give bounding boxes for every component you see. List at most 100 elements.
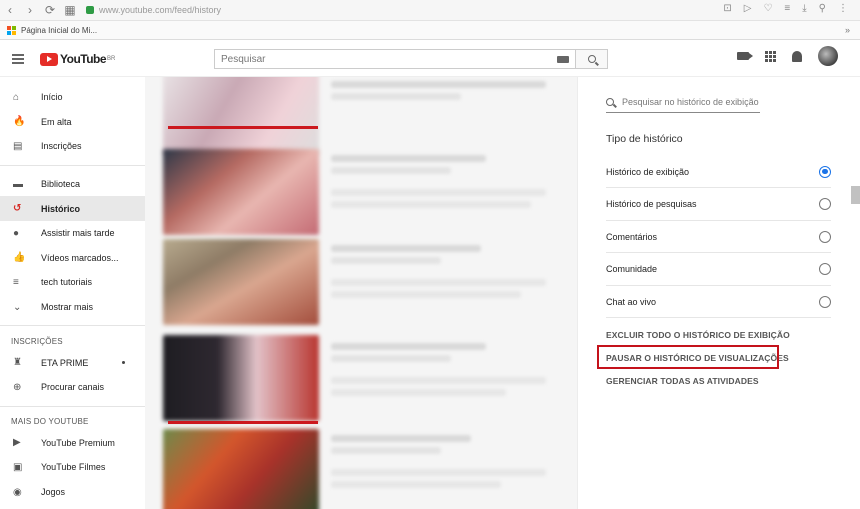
sidebar-item-trending[interactable]: 🔥 Em alta (0, 110, 145, 135)
video-thumbnail[interactable] (163, 149, 319, 235)
video-title-placeholder (331, 245, 481, 252)
sidebar-item-subscriptions[interactable]: ▤ Inscrições (0, 134, 145, 159)
sidebar-item-library[interactable]: ▬ Biblioteca (0, 172, 145, 197)
bookmarks-overflow-icon[interactable]: » (845, 25, 850, 35)
sidebar-item-label: Histórico (41, 203, 81, 214)
sidebar-item-label: Mostrar mais (41, 302, 94, 313)
manage-all-activity-button[interactable]: GERENCIAR TODAS AS ATIVIDADES (606, 376, 759, 386)
radio-button[interactable] (819, 263, 831, 275)
guide-menu-icon[interactable] (12, 54, 24, 64)
watch-progress-bar (168, 421, 318, 424)
sidebar-item-label: Inscrições (41, 141, 82, 152)
history-icon: ↺ (13, 203, 22, 215)
sidebar-item-home[interactable]: ⌂ Início (0, 85, 145, 110)
radio-button[interactable] (819, 198, 831, 210)
logo-text: YouTube (60, 52, 107, 66)
apps-icon[interactable] (765, 50, 776, 62)
video-description-placeholder (331, 201, 531, 208)
chevron-down-icon: ⌄ (13, 301, 22, 313)
download-icon[interactable]: ⤓ (802, 3, 806, 14)
screenshot-icon[interactable]: ⊡ (723, 3, 731, 14)
video-description-placeholder (331, 377, 546, 384)
radio-button[interactable] (819, 295, 831, 308)
radio-button[interactable] (819, 165, 831, 178)
playlist-icon: ≡ (13, 276, 19, 288)
sidebar-item-label: Jogos (41, 487, 66, 498)
video-card[interactable] (163, 77, 553, 155)
history-type-title: Tipo de histórico (606, 133, 683, 145)
watch-later-icon: ● (13, 227, 20, 239)
sidebar-item-youtube-movies[interactable]: ▣ YouTube Filmes (0, 455, 145, 480)
video-card[interactable] (163, 335, 553, 424)
video-title-placeholder (331, 435, 471, 442)
back-icon[interactable]: ‹ (0, 0, 20, 20)
history-type-option[interactable]: Comentários (606, 221, 831, 253)
more-icon[interactable]: ⋮ (838, 3, 848, 14)
play-icon[interactable]: ▷ (744, 3, 752, 14)
video-thumbnail[interactable] (163, 77, 319, 155)
clear-all-history-button[interactable]: EXCLUIR TODO O HISTÓRICO DE EXIBIÇÃO (606, 330, 790, 340)
browser-toolbar: ‹ › ⟳ ▦ www.youtube.com/feed/history ⊡ ▷… (0, 0, 860, 21)
sidebar-item-playlist[interactable]: ≡ tech tutoriais (0, 270, 145, 295)
notifications-icon[interactable] (792, 50, 802, 62)
sidebar-divider (0, 325, 145, 327)
scrollbar[interactable] (851, 186, 860, 204)
sidebar-item-gaming[interactable]: ◉ Jogos (0, 480, 145, 505)
sidebar-item-watch-later[interactable]: ● Assistir mais tarde (0, 221, 145, 246)
sidebar-item-label: tech tutoriais (41, 277, 93, 288)
sidebar-item-channel-avatar[interactable]: ♜ ETA PRIME (0, 350, 145, 375)
youtube-premium-icon: ▶ (13, 437, 21, 449)
video-title-placeholder (331, 155, 486, 162)
history-search-input[interactable]: Pesquisar no histórico de exibição (606, 91, 760, 113)
grid-icon[interactable]: ▦ (60, 0, 80, 20)
video-thumbnail[interactable] (163, 239, 319, 325)
keyboard-icon[interactable] (557, 55, 569, 63)
video-card[interactable] (163, 149, 553, 235)
home-icon: ⌂ (13, 91, 20, 103)
video-card[interactable] (163, 239, 553, 325)
subscriptions-heading: INSCRIÇÕES (11, 336, 63, 346)
video-description-placeholder (331, 291, 521, 298)
sidebar-item-label: Em alta (41, 116, 72, 127)
youtube-logo[interactable]: YouTube BR (40, 52, 115, 66)
heart-icon[interactable]: ♡ (763, 3, 772, 14)
sidebar-item-youtube-premium[interactable]: ▶ YouTube Premium (0, 431, 145, 456)
sidebar-item-history[interactable]: ↺ Histórico (0, 196, 145, 221)
video-meta-placeholder (331, 447, 441, 454)
lock-icon (86, 6, 94, 14)
video-thumbnail[interactable] (163, 335, 319, 421)
extension-icon[interactable]: ⚲ (819, 3, 826, 14)
sidebar-item-chevron-down[interactable]: ⌄ Mostrar mais (0, 295, 145, 320)
reload-icon[interactable]: ⟳ (40, 0, 60, 20)
history-type-option[interactable]: Histórico de pesquisas (606, 189, 831, 221)
video-description-placeholder (331, 279, 546, 286)
history-type-option[interactable]: Chat ao vivo (606, 286, 831, 318)
video-title-placeholder (331, 81, 546, 88)
header-actions (737, 46, 838, 66)
video-meta-placeholder (331, 355, 451, 362)
video-meta-placeholder (331, 257, 441, 264)
sidebar-item-add-circle[interactable]: ⊕ Procurar canais (0, 375, 145, 400)
forward-icon[interactable]: › (20, 0, 40, 20)
sidebar-item-liked-videos[interactable]: 👍 Vídeos marcados... (0, 246, 145, 271)
search-input[interactable]: Pesquisar (214, 49, 575, 69)
menu-icon[interactable]: ≡ (784, 3, 790, 14)
history-type-label: Comunidade (606, 264, 658, 274)
avatar[interactable] (818, 46, 838, 66)
logo-country: BR (107, 56, 116, 62)
highlight-annotation (597, 345, 779, 369)
video-card[interactable] (163, 429, 553, 509)
video-thumbnail[interactable] (163, 429, 319, 509)
search-button[interactable] (575, 49, 608, 69)
history-type-option[interactable]: Histórico de exibição (606, 156, 831, 188)
address-bar[interactable]: www.youtube.com/feed/history (86, 5, 221, 15)
history-type-option[interactable]: Comunidade (606, 254, 831, 286)
video-description-placeholder (331, 469, 546, 476)
history-panel: Pesquisar no histórico de exibição Tipo … (578, 77, 860, 509)
live-dot-icon (122, 361, 125, 365)
bookmark-item[interactable]: Página Inicial do Mi... (21, 26, 97, 35)
radio-button[interactable] (819, 230, 831, 243)
trending-icon: 🔥 (13, 116, 26, 128)
history-type-label: Histórico de exibição (606, 166, 690, 177)
create-video-icon[interactable] (737, 52, 753, 60)
